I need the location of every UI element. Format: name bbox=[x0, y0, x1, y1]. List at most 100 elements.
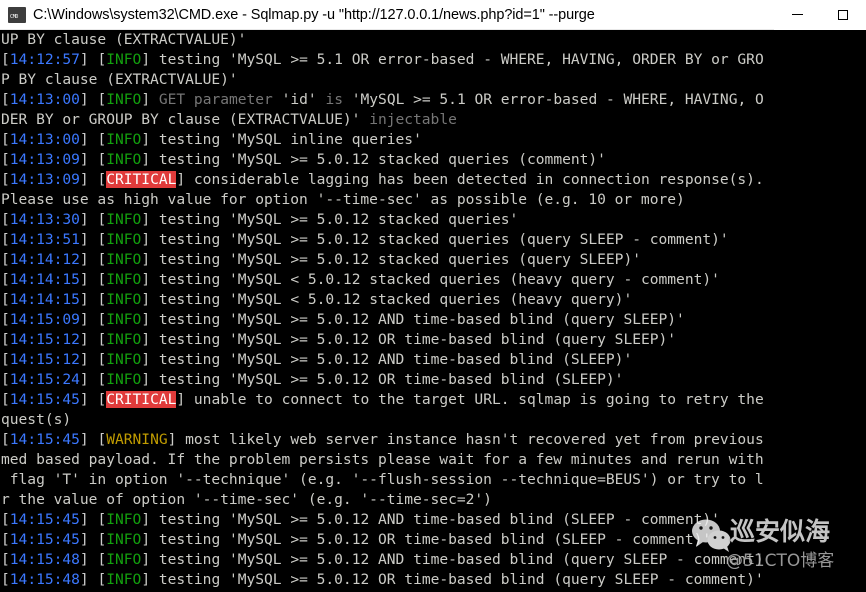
console-segment-time: 14:14:15 bbox=[9, 291, 80, 308]
console-segment-info: INFO bbox=[106, 311, 142, 328]
console-segment-info: INFO bbox=[106, 371, 142, 388]
command-prompt-window: CMD C:\Windows\system32\CMD.exe - Sqlmap… bbox=[0, 0, 866, 592]
console-segment-txt: ] testing 'MySQL >= 5.0.12 stacked queri… bbox=[141, 231, 729, 248]
maximize-icon bbox=[838, 9, 848, 20]
console-segment-brk: [ bbox=[1, 391, 10, 408]
console-segment-brk: ] [ bbox=[79, 231, 107, 248]
console-segment-brk: ] [ bbox=[79, 131, 107, 148]
console-segment-txt: 'id' bbox=[272, 91, 326, 108]
console-segment-brk: [ bbox=[1, 431, 10, 448]
console-segment-time: 14:15:48 bbox=[9, 551, 80, 568]
console-segment-txt: UP BY clause (EXTRACTVALUE)' bbox=[1, 31, 247, 48]
console-line: Please use as high value for option '--t… bbox=[0, 190, 866, 210]
console-segment-brk: ] [ bbox=[79, 51, 107, 68]
console-segment-txt: ] testing 'MySQL < 5.0.12 stacked querie… bbox=[141, 271, 720, 288]
console-segment-txt: ] testing 'MySQL >= 5.0.12 stacked queri… bbox=[141, 151, 606, 168]
minimize-button[interactable] bbox=[774, 0, 820, 30]
console-segment-brk: ] [ bbox=[79, 251, 107, 268]
console-segment-time: 14:13:00 bbox=[9, 131, 80, 148]
window-controls bbox=[774, 0, 866, 30]
console-segment-txt: ] unable to connect to the target URL. s… bbox=[176, 391, 764, 408]
console-line: [14:13:00] [INFO] testing 'MySQL inline … bbox=[0, 130, 866, 150]
console-line: [14:13:00] [INFO] GET parameter 'id' is … bbox=[0, 90, 866, 110]
console-line: [14:15:24] [INFO] testing 'MySQL >= 5.0.… bbox=[0, 370, 866, 390]
console-segment-info: INFO bbox=[106, 551, 142, 568]
console-segment-time: 14:15:09 bbox=[9, 311, 80, 328]
console-segment-brk: [ bbox=[1, 291, 10, 308]
title-bar[interactable]: CMD C:\Windows\system32\CMD.exe - Sqlmap… bbox=[0, 0, 866, 30]
console-segment-brk: ] [ bbox=[79, 151, 107, 168]
console-segment-txt: ] testing 'MySQL >= 5.0.12 AND time-base… bbox=[141, 511, 720, 528]
console-segment-dim: GET parameter bbox=[158, 91, 273, 108]
console-segment-brk: [ bbox=[1, 371, 10, 388]
console-segment-time: 14:14:12 bbox=[9, 251, 80, 268]
console-segment-time: 14:15:48 bbox=[9, 571, 80, 588]
maximize-button[interactable] bbox=[820, 0, 866, 30]
console-segment-info: INFO bbox=[106, 251, 142, 268]
console-segment-info: INFO bbox=[106, 51, 142, 68]
console-segment-txt: r the value of option '--time-sec' (e.g.… bbox=[1, 491, 492, 508]
console-segment-info: INFO bbox=[106, 211, 142, 228]
console-segment-time: 14:13:30 bbox=[9, 211, 80, 228]
console-segment-brk: ] [ bbox=[79, 391, 107, 408]
console-segment-txt: DER BY or GROUP BY clause (EXTRACTVALUE)… bbox=[1, 111, 370, 128]
console-line: [14:14:15] [INFO] testing 'MySQL < 5.0.1… bbox=[0, 270, 866, 290]
console-segment-time: 14:15:45 bbox=[9, 431, 80, 448]
console-segment-txt: ] considerable lagging has been detected… bbox=[176, 171, 764, 188]
console-line: [14:15:45] [CRITICAL] unable to connect … bbox=[0, 390, 866, 410]
console-segment-brk: [ bbox=[1, 131, 10, 148]
console-segment-info: INFO bbox=[106, 151, 142, 168]
console-segment-txt: 'MySQL >= 5.1 OR error-based - WHERE, HA… bbox=[342, 91, 764, 108]
console-segment-txt: quest(s) bbox=[1, 411, 72, 428]
console-segment-txt: med based payload. If the problem persis… bbox=[1, 451, 764, 468]
console-segment-brk: ] [ bbox=[79, 331, 107, 348]
console-segment-brk: [ bbox=[1, 511, 10, 528]
console-segment-crit: CRITICAL bbox=[106, 391, 177, 408]
console-segment-txt: ] most likely web server instance hasn't… bbox=[167, 431, 764, 448]
console-segment-info: INFO bbox=[106, 231, 142, 248]
console-segment-brk: [ bbox=[1, 311, 10, 328]
console-line: UP BY clause (EXTRACTVALUE)' bbox=[0, 30, 866, 50]
console-lines: UP BY clause (EXTRACTVALUE)' [14:12:57] [… bbox=[0, 30, 866, 590]
console-line: [14:14:15] [INFO] testing 'MySQL < 5.0.1… bbox=[0, 290, 866, 310]
console-segment-time: 14:13:00 bbox=[9, 91, 80, 108]
console-line: [14:12:57] [INFO] testing 'MySQL >= 5.1 … bbox=[0, 50, 866, 70]
console-segment-txt: ] testing 'MySQL >= 5.0.12 OR time-based… bbox=[141, 571, 764, 588]
console-segment-time: 14:15:24 bbox=[9, 371, 80, 388]
console-line: [14:13:51] [INFO] testing 'MySQL >= 5.0.… bbox=[0, 230, 866, 250]
console-segment-brk: ] [ bbox=[79, 551, 107, 568]
console-segment-dim: injectable bbox=[369, 111, 457, 128]
console-line: P BY clause (EXTRACTVALUE)' bbox=[0, 70, 866, 90]
console-line: flag 'T' in option '--technique' (e.g. '… bbox=[0, 470, 866, 490]
console-segment-brk: ] [ bbox=[79, 531, 107, 548]
console-segment-brk: [ bbox=[1, 571, 10, 588]
console-segment-time: 14:13:51 bbox=[9, 231, 80, 248]
console-segment-txt: ] testing 'MySQL >= 5.0.12 AND time-base… bbox=[141, 311, 685, 328]
console-segment-info: INFO bbox=[106, 331, 142, 348]
console-segment-txt: ] testing 'MySQL inline queries' bbox=[141, 131, 422, 148]
console-line: [14:13:09] [CRITICAL] considerable laggi… bbox=[0, 170, 866, 190]
console-segment-txt: ] testing 'MySQL >= 5.0.12 OR time-based… bbox=[141, 531, 712, 548]
cmd-app-icon: CMD bbox=[8, 6, 26, 23]
console-line: med based payload. If the problem persis… bbox=[0, 450, 866, 470]
console-segment-txt: ] testing 'MySQL >= 5.0.12 stacked queri… bbox=[141, 251, 641, 268]
console-segment-brk: [ bbox=[1, 251, 10, 268]
console-line: [14:14:12] [INFO] testing 'MySQL >= 5.0.… bbox=[0, 250, 866, 270]
console-segment-brk: ] [ bbox=[79, 311, 107, 328]
console-segment-brk: ] [ bbox=[79, 431, 107, 448]
cmd-icon-label: CMD bbox=[9, 11, 25, 22]
console-line: [14:15:48] [INFO] testing 'MySQL >= 5.0.… bbox=[0, 570, 866, 590]
console-segment-time: 14:15:45 bbox=[9, 391, 80, 408]
console-segment-txt: ] testing 'MySQL >= 5.0.12 AND time-base… bbox=[141, 551, 764, 568]
console-segment-brk: [ bbox=[1, 171, 10, 188]
console-output[interactable]: UP BY clause (EXTRACTVALUE)' [14:12:57] [… bbox=[0, 30, 866, 592]
console-segment-txt: ] testing 'MySQL < 5.0.12 stacked querie… bbox=[141, 291, 633, 308]
console-segment-info: INFO bbox=[106, 351, 142, 368]
console-line: [14:13:30] [INFO] testing 'MySQL >= 5.0.… bbox=[0, 210, 866, 230]
window-title: C:\Windows\system32\CMD.exe - Sqlmap.py … bbox=[33, 6, 595, 23]
console-line: [14:15:45] [WARNING] most likely web ser… bbox=[0, 430, 866, 450]
console-segment-time: 14:12:57 bbox=[9, 51, 80, 68]
console-segment-txt: ] testing 'MySQL >= 5.0.12 stacked queri… bbox=[141, 211, 519, 228]
console-segment-brk: [ bbox=[1, 51, 10, 68]
console-line: [14:15:48] [INFO] testing 'MySQL >= 5.0.… bbox=[0, 550, 866, 570]
